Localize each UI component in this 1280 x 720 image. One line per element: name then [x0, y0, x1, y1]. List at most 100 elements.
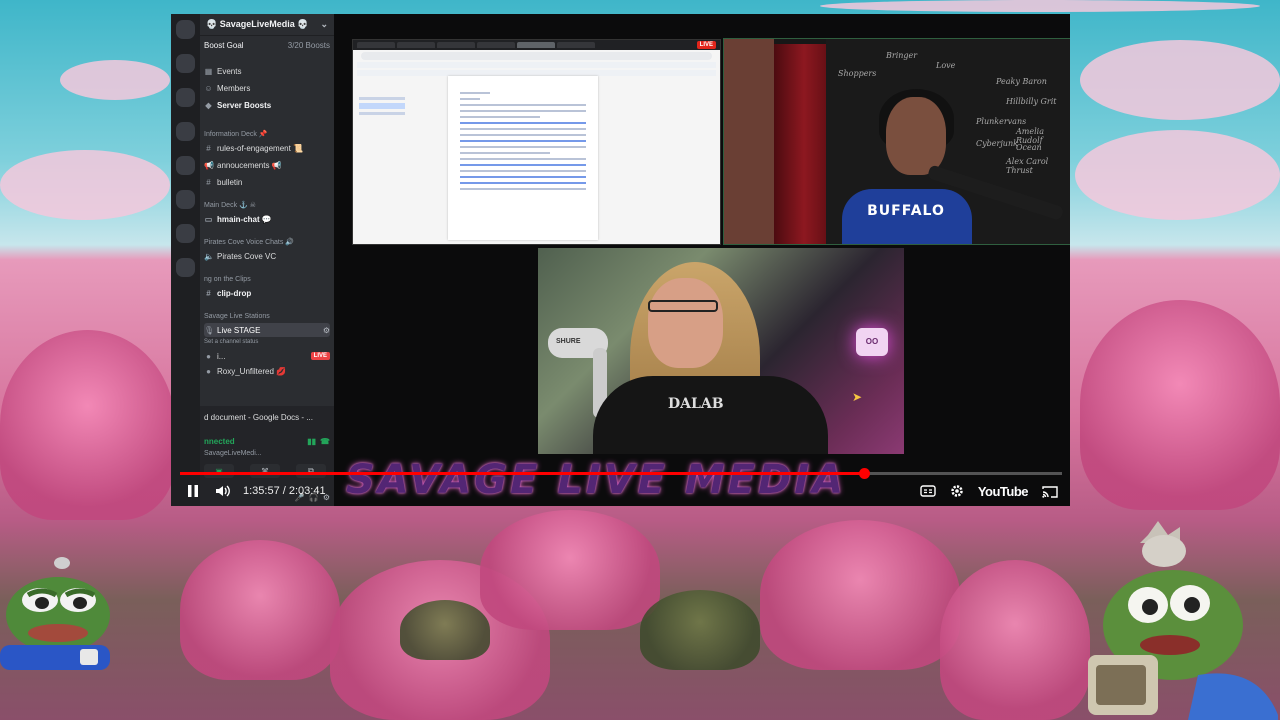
chalk-signature: Love — [936, 61, 956, 70]
category-label: Savage Live Stations — [204, 312, 270, 320]
voice-user[interactable]: ● i... LIVE — [204, 349, 330, 363]
nav-item-events[interactable]: ▦ Events — [204, 64, 330, 78]
progress-bar[interactable] — [180, 468, 1062, 479]
pause-button[interactable] — [175, 476, 211, 506]
cast-button[interactable] — [1042, 476, 1058, 506]
category-label: Pirates Cove Voice Chats 🔊 — [204, 239, 295, 246]
captions-button[interactable] — [920, 476, 936, 506]
voice-channel-label: SavageLiveMedi... — [204, 449, 262, 457]
live-tag: LIVE — [696, 41, 716, 49]
pink-grass-tuft — [480, 510, 660, 630]
server-icon[interactable] — [176, 54, 195, 73]
background-cloud — [1080, 40, 1280, 120]
server-name[interactable]: 💀 SavageLiveMedia 💀 ⌄ — [200, 14, 334, 36]
shirt-text: BUFFALO — [867, 203, 945, 219]
browser-tab[interactable] — [357, 42, 395, 48]
pepe-frog-sticker-left — [0, 557, 110, 670]
video-player[interactable]: 💀 SavageLiveMedia 💀 ⌄ Boost Goal 3/20 Bo… — [171, 14, 1070, 506]
webcam-host: SHURE DALAB OO ➤ — [538, 248, 904, 454]
category-main[interactable]: Main Deck ⚓ ☠ — [204, 198, 330, 212]
webcam-guest: Bringer Shoppers Love Peaky Baron Hillbi… — [723, 38, 1070, 245]
channel-announcements[interactable]: 📢 annoucements 📢 — [204, 158, 330, 172]
wall — [724, 39, 774, 244]
settings-icon[interactable]: ⚙ — [323, 326, 330, 335]
channel-bulletin[interactable]: # bulletin — [204, 175, 330, 189]
player-controls: 1:35:57 / 2:03:41 YouTube — [171, 476, 1070, 506]
youtube-logo: YouTube — [977, 483, 1029, 499]
channel-label: clip-drop — [217, 288, 252, 298]
category-voice[interactable]: Pirates Cove Voice Chats 🔊 — [204, 235, 330, 249]
address-bar[interactable] — [361, 52, 712, 60]
pink-grass-tuft — [1080, 300, 1280, 510]
channel-voice[interactable]: 🔈 Pirates Cove VC — [204, 249, 330, 263]
red-curtain — [774, 44, 834, 244]
channel-main-chat[interactable]: ▭ hmain-chat 💬 — [204, 212, 330, 226]
microphone-brand: SHURE — [556, 338, 581, 345]
server-icon[interactable] — [176, 156, 195, 175]
server-icon[interactable] — [176, 190, 195, 209]
outline-item[interactable] — [359, 112, 405, 115]
server-icon[interactable] — [176, 122, 195, 141]
voice-channel-path[interactable]: SavageLiveMedi... — [204, 446, 330, 460]
screen-share-title[interactable]: d document - Google Docs - ... — [204, 410, 330, 424]
captions-icon — [920, 485, 936, 497]
category-stage[interactable]: Savage Live Stations — [204, 309, 330, 323]
progress-fill — [180, 472, 865, 475]
voice-connected-label: nnected — [204, 436, 235, 446]
screen-share-text: d document - Google Docs - ... — [204, 412, 313, 422]
server-icon[interactable] — [176, 258, 195, 277]
nav-item-server-boosts[interactable]: ◆ Server Boosts — [204, 98, 330, 112]
cursor-icon: ➤ — [852, 390, 863, 404]
category-label: Main Deck ⚓ ☠ — [204, 202, 256, 209]
volume-icon — [216, 485, 230, 497]
document-outline — [359, 94, 405, 118]
server-icon[interactable] — [176, 224, 195, 243]
stage-status[interactable]: Set a channel status — [204, 335, 330, 349]
hash-icon: # — [206, 177, 211, 187]
chalk-signature: Peaky Baron — [996, 77, 1047, 86]
youtube-logo-button[interactable]: YouTube — [977, 476, 1029, 506]
avatar: ● — [206, 366, 211, 376]
document-page[interactable] — [448, 76, 598, 240]
background-cloud — [1075, 130, 1280, 220]
browser-tab[interactable] — [437, 42, 475, 48]
green-grass-patch — [640, 590, 760, 670]
channel-list: 💀 SavageLiveMedia 💀 ⌄ Boost Goal 3/20 Bo… — [200, 14, 334, 506]
outline-item[interactable] — [359, 97, 405, 100]
neon-lamp: OO — [856, 328, 888, 356]
browser-tab[interactable] — [397, 42, 435, 48]
boost-goal[interactable]: Boost Goal 3/20 Boosts — [204, 38, 330, 52]
boost-goal-count: 3/20 Boosts — [287, 40, 330, 50]
guest-face — [886, 97, 946, 175]
live-badge: LIVE — [310, 352, 330, 360]
settings-button[interactable] — [950, 476, 964, 506]
nav-item-members[interactable]: ☺ Members — [204, 81, 330, 95]
server-icon[interactable] — [176, 20, 195, 39]
time-display: 1:35:57 / 2:03:41 — [243, 485, 326, 497]
discord-sidebar: 💀 SavageLiveMedia 💀 ⌄ Boost Goal 3/20 Bo… — [171, 14, 334, 506]
shared-browser-window: LIVE — [352, 39, 721, 245]
volume-button[interactable] — [211, 476, 235, 506]
voice-user-name: i... — [217, 351, 226, 361]
browser-tab-strip: LIVE — [353, 40, 720, 50]
chalk-signature: Ocean — [1016, 143, 1042, 152]
outline-item[interactable] — [359, 103, 405, 109]
channel-clip-drop[interactable]: # clip-drop — [204, 286, 330, 300]
pink-grass-tuft — [760, 520, 960, 670]
chalk-signature: Cyberjunk — [976, 139, 1018, 148]
category-clips[interactable]: ng on the Clips — [204, 272, 330, 286]
background-cloud — [0, 150, 170, 220]
browser-tab[interactable] — [557, 42, 595, 48]
voice-user[interactable]: ● Roxy_Unfiltered 💋 — [204, 364, 330, 378]
stage-status-text: Set a channel status — [204, 339, 259, 345]
calendar-icon: ▦ — [204, 66, 213, 76]
channel-rules[interactable]: # rules-of-engagement 📜 — [204, 141, 330, 155]
category-information[interactable]: Information Deck 📌 — [204, 127, 330, 141]
server-icon[interactable] — [176, 88, 195, 107]
host-shirt — [593, 376, 828, 454]
browser-tab[interactable] — [477, 42, 515, 48]
right-controls: YouTube — [920, 476, 1058, 506]
chalk-signature: Shoppers — [838, 69, 877, 78]
disconnect-icon[interactable]: ☎ — [320, 437, 330, 446]
browser-tab[interactable] — [517, 42, 555, 48]
